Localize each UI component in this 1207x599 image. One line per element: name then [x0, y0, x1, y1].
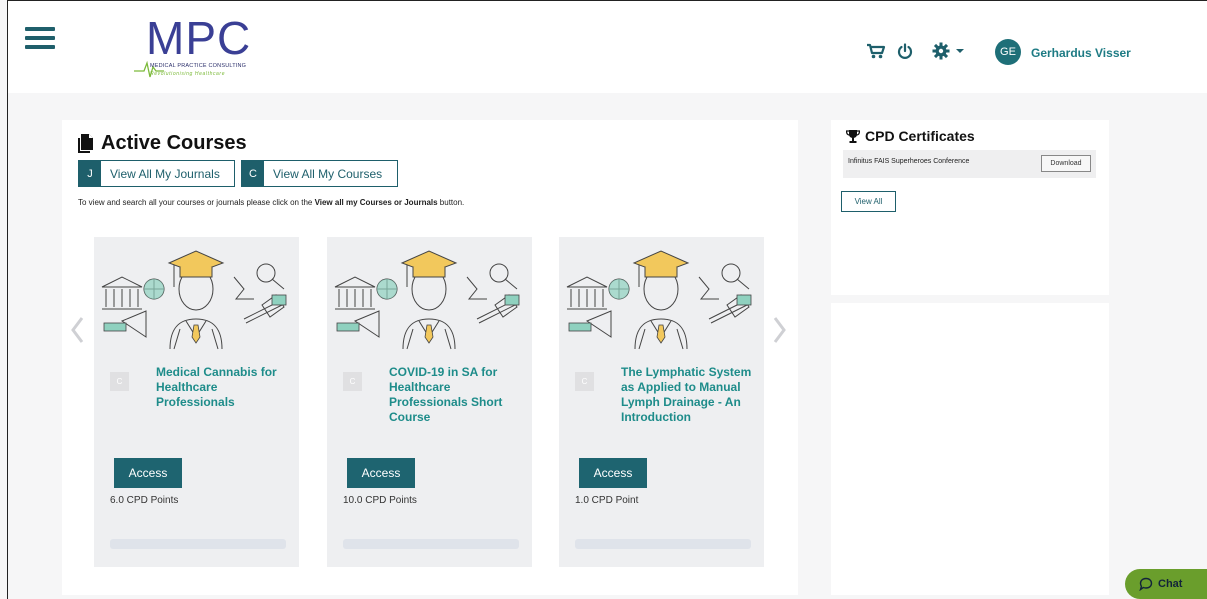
gear-icon — [932, 42, 950, 60]
cpd-points: 6.0 CPD Points — [110, 495, 179, 506]
course-card: C COVID-19 in SA for Healthcare Professi… — [327, 237, 532, 567]
avatar[interactable]: GE — [995, 39, 1021, 65]
active-courses-panel: Active Courses J View All My Journals C … — [62, 120, 798, 595]
side-panel-empty — [831, 303, 1109, 595]
help-text: To view and search all your courses or j… — [78, 198, 464, 207]
logo-tagline: Revolutionising Healthcare — [150, 71, 226, 77]
graduate-illustration — [566, 250, 752, 350]
graduate-illustration — [334, 250, 520, 350]
files-icon — [78, 133, 93, 153]
course-type-badge: C — [110, 372, 129, 391]
caret-down-icon — [956, 49, 964, 53]
graduate-illustration — [101, 250, 287, 350]
active-courses-heading: Active Courses — [77, 132, 247, 155]
download-button[interactable]: Download — [1041, 155, 1091, 172]
mpc-logo[interactable]: MPC MEDICAL PRACTICE CONSULTING Revoluti… — [134, 13, 259, 81]
certificate-name: Infinitus FAIS Superheroes Conference — [848, 158, 970, 165]
chat-label: Chat — [1158, 578, 1183, 590]
view-all-courses-button[interactable]: C View All My Courses — [241, 160, 398, 187]
access-button[interactable]: Access — [114, 458, 182, 488]
hint-prefix: To view and search all your courses or j… — [78, 198, 315, 207]
course-card: C Medical Cannabis for Healthcare Profes… — [94, 237, 299, 567]
courses-button-label: View All My Courses — [273, 166, 383, 181]
course-title-link[interactable]: Medical Cannabis for Healthcare Professi… — [156, 365, 291, 410]
chat-bubble-icon — [1139, 577, 1153, 591]
course-type-badge: C — [575, 372, 594, 391]
carousel-prev-icon[interactable] — [70, 316, 84, 344]
access-button[interactable]: Access — [579, 458, 647, 488]
cpd-certificates-panel: CPD Certificates Infinitus FAIS Superher… — [831, 120, 1109, 295]
user-name-link[interactable]: Gerhardus Visser — [1031, 46, 1131, 60]
view-all-journals-button[interactable]: J View All My Journals — [78, 160, 235, 187]
cart-icon[interactable] — [865, 42, 887, 60]
top-navbar: MPC MEDICAL PRACTICE CONSULTING Revoluti… — [8, 1, 1207, 93]
journals-button-label: View All My Journals — [110, 166, 220, 181]
progress-bar — [110, 539, 286, 549]
cpd-points: 1.0 CPD Point — [575, 495, 639, 506]
trophy-icon — [846, 130, 860, 143]
hint-suffix: button. — [437, 198, 465, 207]
certificate-row: Infinitus FAIS Superheroes Conference Do… — [843, 150, 1096, 178]
view-all-certificates-button[interactable]: View All — [841, 191, 896, 212]
carousel-next-icon[interactable] — [773, 316, 787, 344]
journals-badge: J — [79, 161, 101, 186]
courses-badge: C — [242, 161, 264, 186]
access-button[interactable]: Access — [347, 458, 415, 488]
cpd-points: 10.0 CPD Points — [343, 495, 417, 506]
course-title-link[interactable]: The Lymphatic System as Applied to Manua… — [621, 365, 756, 425]
cpd-heading: CPD Certificates — [846, 128, 975, 144]
course-title-link[interactable]: COVID-19 in SA for Healthcare Profession… — [389, 365, 524, 425]
cpd-title: CPD Certificates — [865, 128, 975, 144]
course-type-badge: C — [343, 372, 362, 391]
course-card: C The Lymphatic System as Applied to Man… — [559, 237, 764, 567]
chat-button[interactable]: Chat — [1125, 569, 1207, 599]
logo-subtitle: MEDICAL PRACTICE CONSULTING — [150, 63, 247, 69]
settings-dropdown[interactable] — [930, 42, 966, 60]
power-icon[interactable] — [896, 42, 914, 60]
hint-bold: View all my Courses or Journals — [314, 198, 438, 207]
progress-bar — [575, 539, 751, 549]
menu-icon[interactable] — [25, 27, 55, 51]
progress-bar — [343, 539, 519, 549]
page-title: Active Courses — [101, 132, 247, 154]
